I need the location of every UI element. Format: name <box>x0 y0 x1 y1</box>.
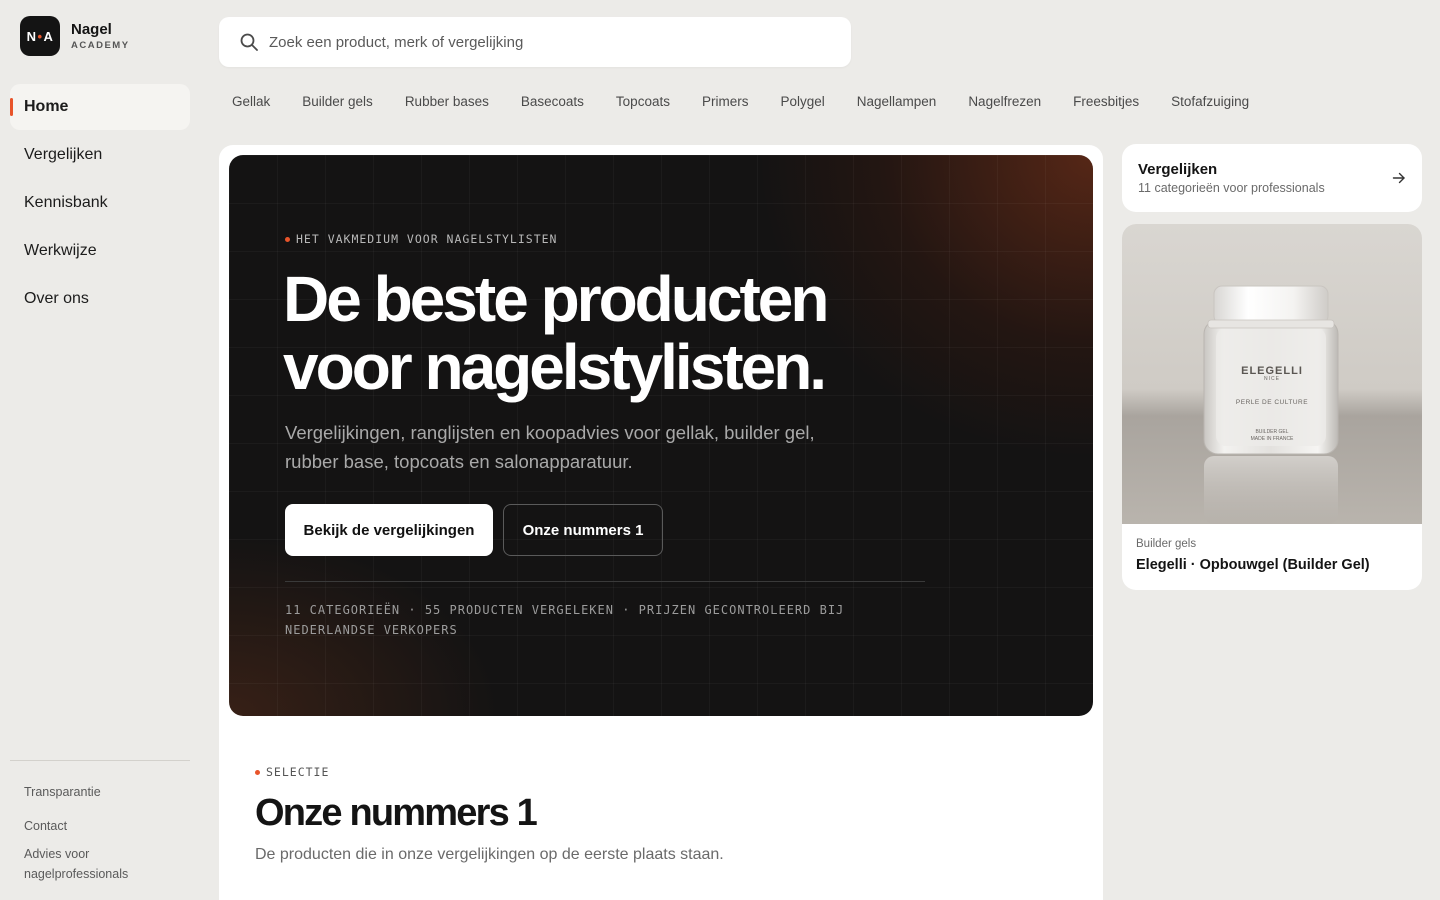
jar-product-line: PERLE DE CULTURE <box>1235 399 1309 406</box>
category-tab-rubber-bases[interactable]: Rubber bases <box>405 93 489 111</box>
category-tab-polygel[interactable]: Polygel <box>780 93 824 111</box>
category-tab-primers[interactable]: Primers <box>702 93 749 111</box>
hero-divider <box>285 581 925 582</box>
search-input[interactable] <box>269 33 829 51</box>
product-name: Elegelli · Opbouwgel (Builder Gel) <box>1136 557 1370 573</box>
sidebar-nav: Home Vergelijken Kennisbank Werkwijze Ov… <box>10 84 190 324</box>
hero-eyebrow: HET VAKMEDIUM VOOR NAGELSTYLISTEN <box>285 232 557 246</box>
logo-mark: N • A <box>20 16 60 56</box>
hero-stats: 11 CATEGORIEËN · 55 PRODUCTEN VERGELEKEN… <box>285 603 845 637</box>
selection-dot-icon <box>255 769 260 775</box>
hero-title: De beste producten voor nagelstylisten. <box>283 265 983 401</box>
selection-eyebrow-text: SELECTIE <box>266 765 330 779</box>
footer-link-contact[interactable]: Contact <box>24 816 174 836</box>
sidebar-footer-links: Transparantie Contact Advies voor nagelp… <box>24 782 174 884</box>
product-category: Builder gels <box>1136 538 1197 550</box>
category-tab-builder-gels[interactable]: Builder gels <box>302 93 373 111</box>
sidebar-item-home[interactable]: Home <box>10 84 190 130</box>
selection-subtitle: De producten die in onze vergelijkingen … <box>255 846 724 863</box>
hero-title-line-1: De beste producten <box>283 263 829 335</box>
product-image: ELEGELLI NICE PERLE DE CULTURE BUILDER G… <box>1122 224 1422 524</box>
hero-eyebrow-text: HET VAKMEDIUM VOOR NAGELSTYLISTEN <box>296 232 558 246</box>
hero-banner: HET VAKMEDIUM VOOR NAGELSTYLISTEN De bes… <box>229 155 1093 716</box>
category-tab-topcoats[interactable]: Topcoats <box>616 93 670 111</box>
logo-mark-right: A <box>43 28 54 44</box>
brand-subtitle: ACADEMY <box>71 39 130 51</box>
selection-title: Onze nummers 1 <box>255 792 538 834</box>
footer-link-transparantie[interactable]: Transparantie <box>24 782 174 802</box>
logo-mark-dot: • <box>37 28 43 44</box>
hero-subtitle: Vergelijkingen, ranglijsten en koopadvie… <box>285 422 815 472</box>
arrow-right-icon <box>1392 172 1405 184</box>
compare-card[interactable]: Vergelijken 11 categorieën voor professi… <box>1122 144 1422 212</box>
category-tab-nagellampen[interactable]: Nagellampen <box>857 93 937 111</box>
sidebar-item-vergelijken[interactable]: Vergelijken <box>10 132 190 178</box>
brand-logo[interactable]: N • A Nagel ACADEMY <box>20 16 130 56</box>
compare-card-subtitle: 11 categorieën voor professionals <box>1138 181 1325 195</box>
sidebar: N • A Nagel ACADEMY Home Vergelijken Kenni… <box>0 0 200 900</box>
sidebar-divider <box>10 760 190 761</box>
sidebar-item-werkwijze[interactable]: Werkwijze <box>10 228 190 274</box>
category-tab-basecoats[interactable]: Basecoats <box>521 93 584 111</box>
search-icon <box>240 33 258 51</box>
category-tabs: Gellak Builder gels Rubber bases Basecoa… <box>232 93 1281 111</box>
jar-origin: MADE IN FRANCE <box>1250 436 1294 442</box>
logo-mark-left: N <box>26 28 37 44</box>
selection-eyebrow: SELECTIE <box>255 765 329 779</box>
jar-product-type: BUILDER GEL <box>1255 429 1289 435</box>
eyebrow-dot-icon <box>285 236 290 242</box>
category-tab-freesbitjes[interactable]: Freesbitjes <box>1073 93 1139 111</box>
sidebar-item-kennisbank[interactable]: Kennisbank <box>10 180 190 226</box>
brand-name: Nagel <box>71 20 112 38</box>
footer-link-advies[interactable]: Advies voor nagelprofessionals <box>24 844 174 884</box>
category-tab-stofafzuiging[interactable]: Stofafzuiging <box>1171 93 1249 111</box>
view-comparisons-button[interactable]: Bekijk de vergelijkingen <box>285 504 493 556</box>
our-number-ones-button[interactable]: Onze nummers 1 <box>503 504 663 556</box>
search-bar[interactable] <box>219 17 851 67</box>
jar-city: NICE <box>1264 376 1280 382</box>
compare-card-title: Vergelijken <box>1138 161 1218 178</box>
featured-product-card[interactable]: ELEGELLI NICE PERLE DE CULTURE BUILDER G… <box>1122 224 1422 590</box>
category-tab-nagelfrezen[interactable]: Nagelfrezen <box>968 93 1041 111</box>
hero-title-line-2: voor nagelstylisten. <box>283 331 827 403</box>
sidebar-item-over-ons[interactable]: Over ons <box>10 276 190 322</box>
category-tab-gellak[interactable]: Gellak <box>232 93 270 111</box>
